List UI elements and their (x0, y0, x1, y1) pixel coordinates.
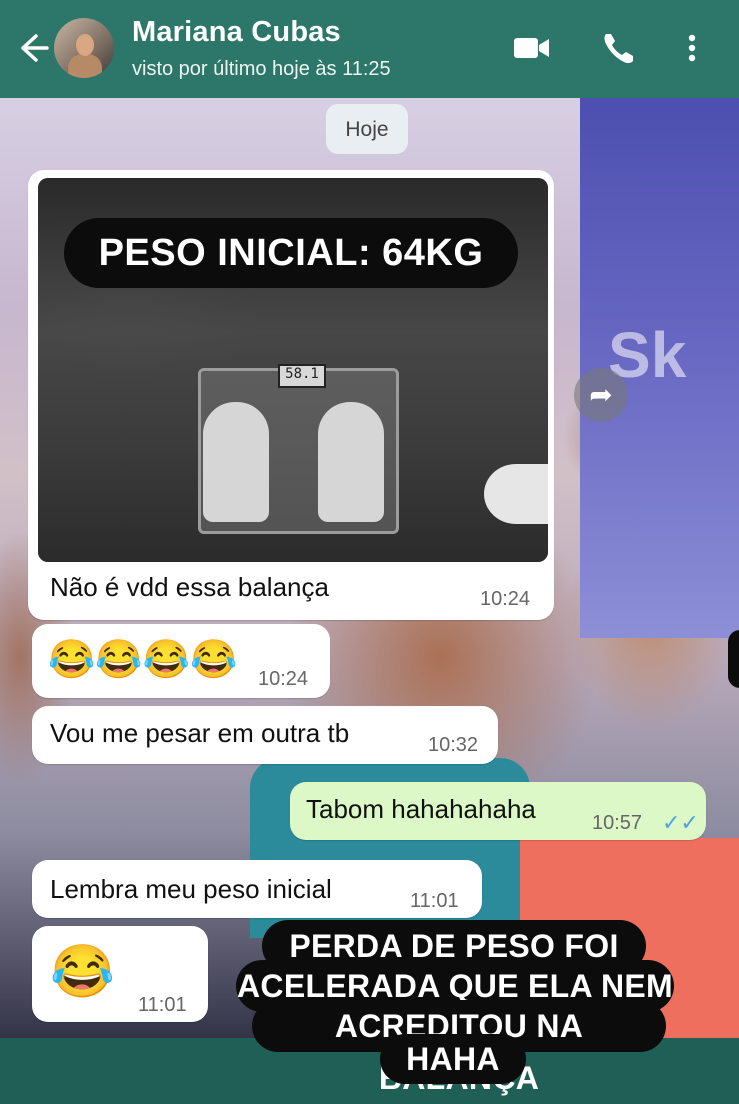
avatar[interactable] (54, 18, 114, 78)
emoji-text: 😂 (50, 943, 115, 1001)
photo-caption-overlay: PESO INICIAL: 64KG (64, 218, 518, 288)
video-call-icon[interactable] (512, 26, 552, 70)
chat-header: Mariana Cubas visto por último hoje às 1… (0, 0, 739, 98)
message-text: Vou me pesar em outra tb (50, 718, 350, 748)
back-arrow-icon[interactable] (16, 28, 50, 68)
read-ticks-icon: ✓✓ (662, 810, 699, 835)
more-options-icon[interactable] (672, 26, 712, 70)
foot (203, 402, 269, 522)
message-time: 10:32 (428, 734, 479, 756)
overlay-caption-line: HAHA (380, 1034, 526, 1084)
message-text: Lembra meu peso inicial (50, 874, 332, 904)
scale-display: 58.1 (278, 364, 326, 388)
emoji-text: 😂😂😂😂 (48, 639, 238, 681)
message-text: Tabom hahahahaha (306, 794, 536, 824)
message-time: 10:57 (592, 812, 643, 834)
message-text: Não é vdd essa balança (50, 572, 329, 602)
message-time: 11:01 (138, 994, 187, 1016)
foot (318, 402, 384, 522)
message-time: 11:01 (410, 890, 459, 912)
contact-name[interactable]: Mariana Cubas (132, 16, 341, 49)
message-time: 10:24 (258, 668, 309, 690)
last-seen-status: visto por último hoje às 11:25 (132, 58, 391, 80)
voice-call-icon[interactable] (598, 26, 638, 70)
forward-icon[interactable]: ➦ (574, 368, 628, 422)
message-time: 10:24 (480, 588, 531, 610)
date-divider: Hoje (326, 104, 408, 154)
shoe (484, 464, 548, 524)
edge-handle[interactable] (728, 630, 739, 688)
